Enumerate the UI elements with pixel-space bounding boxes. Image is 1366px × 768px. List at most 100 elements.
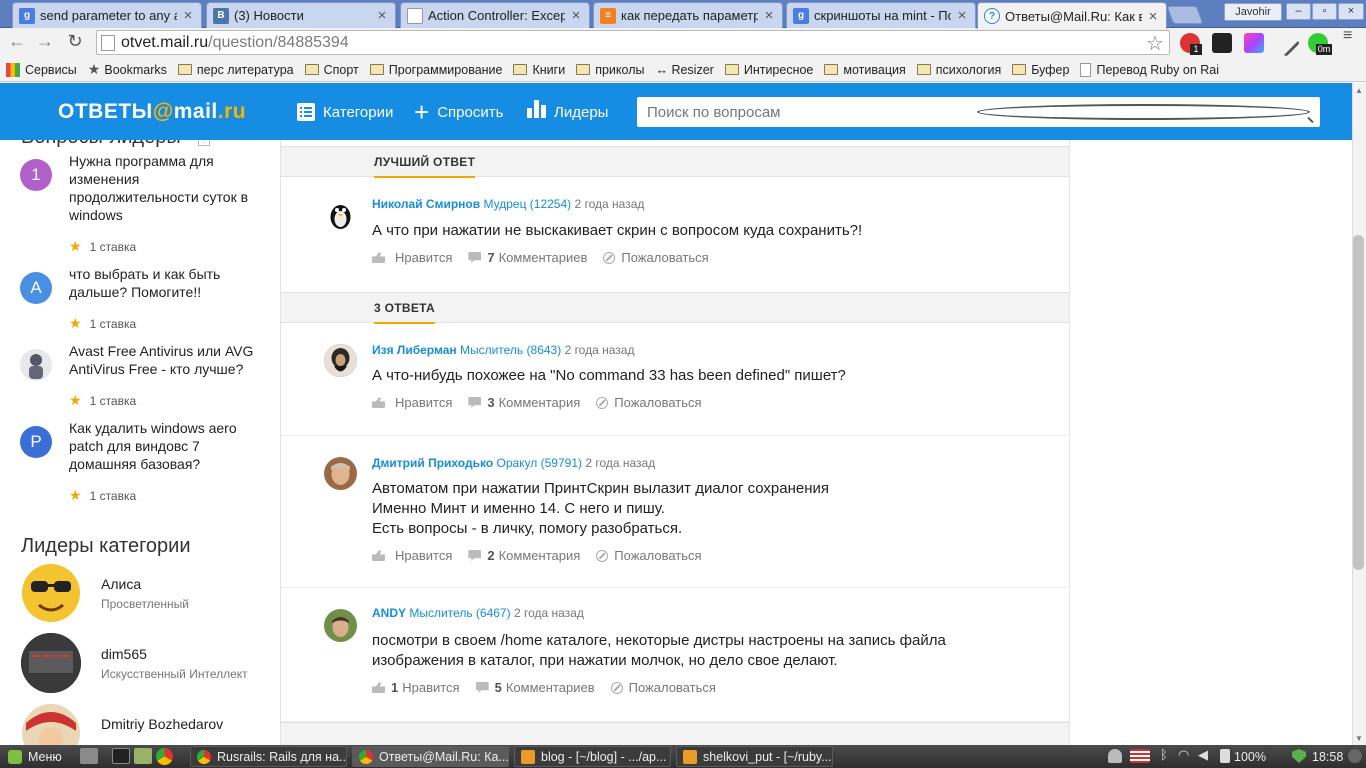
- profile-name[interactable]: Javohir: [1224, 3, 1282, 21]
- browser-tab-active[interactable]: ? Ответы@Mail.Ru: Как в ×: [977, 2, 1167, 29]
- question-title[interactable]: Нужна программа для изменения продолжите…: [69, 152, 269, 224]
- leader-avatar[interactable]: [21, 703, 81, 745]
- volume-icon[interactable]: ◀: [1198, 747, 1212, 762]
- comments-button[interactable]: 3 Комментария: [468, 395, 580, 410]
- like-button[interactable]: Нравится: [372, 250, 452, 265]
- minimize-button[interactable]: –: [1286, 3, 1311, 20]
- new-tab-button[interactable]: [1166, 6, 1204, 24]
- keyboard-layout-flag-icon[interactable]: [1130, 749, 1150, 763]
- like-button[interactable]: Нравится: [372, 395, 452, 410]
- terminal-icon[interactable]: [112, 748, 130, 764]
- bookmark-folder[interactable]: перс литература: [177, 63, 294, 77]
- author-avatar[interactable]: [324, 609, 357, 642]
- scroll-down-arrow[interactable]: ▼: [1355, 734, 1363, 743]
- leader-avatar[interactable]: [21, 633, 81, 693]
- leader-item[interactable]: Dmitriy Bozhedarov: [21, 703, 271, 745]
- wifi-icon[interactable]: ◠: [1178, 747, 1192, 762]
- taskbar-window[interactable]: Rusrails: Rails для на...: [190, 746, 347, 767]
- bluetooth-icon[interactable]: ᛒ: [1160, 747, 1174, 762]
- author-rank[interactable]: Мыслитель (6467): [409, 606, 510, 620]
- report-button[interactable]: Пожаловаться: [603, 250, 709, 265]
- nav-categories[interactable]: Категории: [297, 100, 393, 124]
- extension-icon[interactable]: [1244, 33, 1264, 53]
- author-avatar[interactable]: [324, 198, 357, 231]
- bookmark-item[interactable]: ↔ Resizer: [655, 63, 713, 77]
- leader-avatar[interactable]: [21, 563, 81, 623]
- site-logo[interactable]: ОТВЕТЫ@mail.ru: [58, 100, 246, 124]
- menu-icon[interactable]: ≡: [1343, 28, 1357, 51]
- comments-button[interactable]: 2 Комментария: [468, 548, 580, 563]
- address-bar[interactable]: otvet.mail.ru/question/84885394: [96, 30, 1170, 55]
- scroll-up-arrow[interactable]: ▲: [1355, 86, 1363, 95]
- leader-item[interactable]: dim565 Искусственный Интеллект: [21, 633, 271, 693]
- close-icon[interactable]: ×: [375, 7, 389, 24]
- author-name[interactable]: ANDY: [372, 606, 406, 620]
- leader-name[interactable]: Алиса: [101, 576, 141, 592]
- leader-name[interactable]: dim565: [101, 646, 147, 662]
- taskbar-window[interactable]: shelkovi_put - [~/ruby...: [676, 746, 833, 767]
- taskbar-window[interactable]: blog - [~/blog] - .../ap...: [514, 746, 671, 767]
- nav-leaders[interactable]: Лидеры: [527, 100, 608, 124]
- report-button[interactable]: Пожаловаться: [596, 395, 702, 410]
- back-button[interactable]: ←: [6, 31, 28, 53]
- bookmark-folder[interactable]: мотивация: [824, 63, 906, 77]
- author-avatar[interactable]: [324, 457, 357, 490]
- window-close-button[interactable]: ×: [1338, 3, 1364, 20]
- bookmark-folder[interactable]: приколы: [576, 63, 644, 77]
- chrome-icon[interactable]: [156, 748, 173, 765]
- start-menu-button[interactable]: Меню: [2, 746, 68, 767]
- bookmark-folder[interactable]: Интиресное: [724, 63, 813, 77]
- close-icon[interactable]: ×: [181, 7, 195, 24]
- extension-icon[interactable]: [1212, 33, 1232, 53]
- author-rank[interactable]: Мыслитель (8643): [460, 343, 561, 357]
- author-name[interactable]: Изя Либерман: [372, 343, 457, 357]
- bookmark-folder[interactable]: Спорт: [304, 63, 359, 77]
- bookmark-star-icon[interactable]: ☆: [1146, 31, 1164, 56]
- question-title[interactable]: что выбрать и как быть дальше? Помогите!…: [69, 265, 269, 301]
- browser-tab[interactable]: g send parameter to any a ×: [12, 2, 202, 28]
- like-button[interactable]: Нравится: [372, 548, 452, 563]
- report-button[interactable]: Пожаловаться: [596, 548, 702, 563]
- reload-button[interactable]: ↻: [64, 31, 86, 53]
- author-avatar[interactable]: [324, 344, 357, 377]
- close-icon[interactable]: ×: [762, 7, 776, 24]
- question-title[interactable]: Avast Free Antivirus или AVG AntiVirus F…: [69, 342, 269, 378]
- nav-ask[interactable]: + Спросить: [414, 97, 503, 127]
- leader-item[interactable]: Алиса Просветленный: [21, 563, 271, 623]
- leader-name[interactable]: Dmitriy Bozhedarov: [101, 716, 223, 732]
- browser-tab[interactable]: B (3) Новости ×: [206, 2, 396, 28]
- search-input[interactable]: Поиск по вопросам: [637, 97, 1320, 127]
- report-button[interactable]: Пожаловаться: [610, 680, 716, 695]
- search-icon[interactable]: [976, 104, 1310, 120]
- close-icon[interactable]: ×: [569, 7, 583, 24]
- like-button[interactable]: 1 Нравится: [372, 680, 460, 695]
- bookmark-item[interactable]: ★ Bookmarks: [88, 61, 167, 78]
- bookmark-folder[interactable]: психология: [916, 63, 1001, 77]
- bookmark-item[interactable]: Перевод Ruby on Rai: [1080, 62, 1219, 77]
- bookmark-folder[interactable]: Книги: [513, 63, 565, 77]
- clock[interactable]: 18:58: [1306, 746, 1349, 767]
- author-name[interactable]: Дмитрий Приходько: [372, 456, 493, 470]
- bookmark-folder[interactable]: Программирование: [369, 63, 502, 77]
- notification-icon[interactable]: [1348, 749, 1362, 763]
- author-rank[interactable]: Мудрец (12254): [483, 197, 571, 211]
- browser-tab[interactable]: g скриншоты на mint - По ×: [786, 2, 976, 28]
- shield-icon[interactable]: [1292, 749, 1306, 763]
- author-rank[interactable]: Оракул (59791): [497, 456, 583, 470]
- comments-button[interactable]: 5 Комментариев: [475, 680, 595, 695]
- author-name[interactable]: Николай Смирнов: [372, 197, 480, 211]
- question-title[interactable]: Как удалить windows aero patch для виндо…: [69, 419, 269, 473]
- forward-button[interactable]: →: [34, 31, 56, 53]
- close-icon[interactable]: ×: [955, 7, 969, 24]
- user-icon[interactable]: [1108, 749, 1122, 763]
- files-icon[interactable]: [134, 748, 152, 764]
- taskbar-window-active[interactable]: Ответы@Mail.Ru: Ка...: [352, 746, 509, 767]
- battery-icon[interactable]: [1220, 749, 1230, 763]
- bookmark-item[interactable]: Сервисы: [6, 62, 77, 77]
- close-icon[interactable]: ×: [1146, 8, 1160, 25]
- bookmark-folder[interactable]: Буфер: [1012, 63, 1069, 77]
- comments-button[interactable]: 7 Комментариев: [468, 250, 587, 265]
- browser-tab[interactable]: ≡ как передать параметр ×: [593, 2, 783, 28]
- scrollbar-thumb[interactable]: [1353, 235, 1364, 570]
- show-desktop-icon[interactable]: [80, 748, 98, 764]
